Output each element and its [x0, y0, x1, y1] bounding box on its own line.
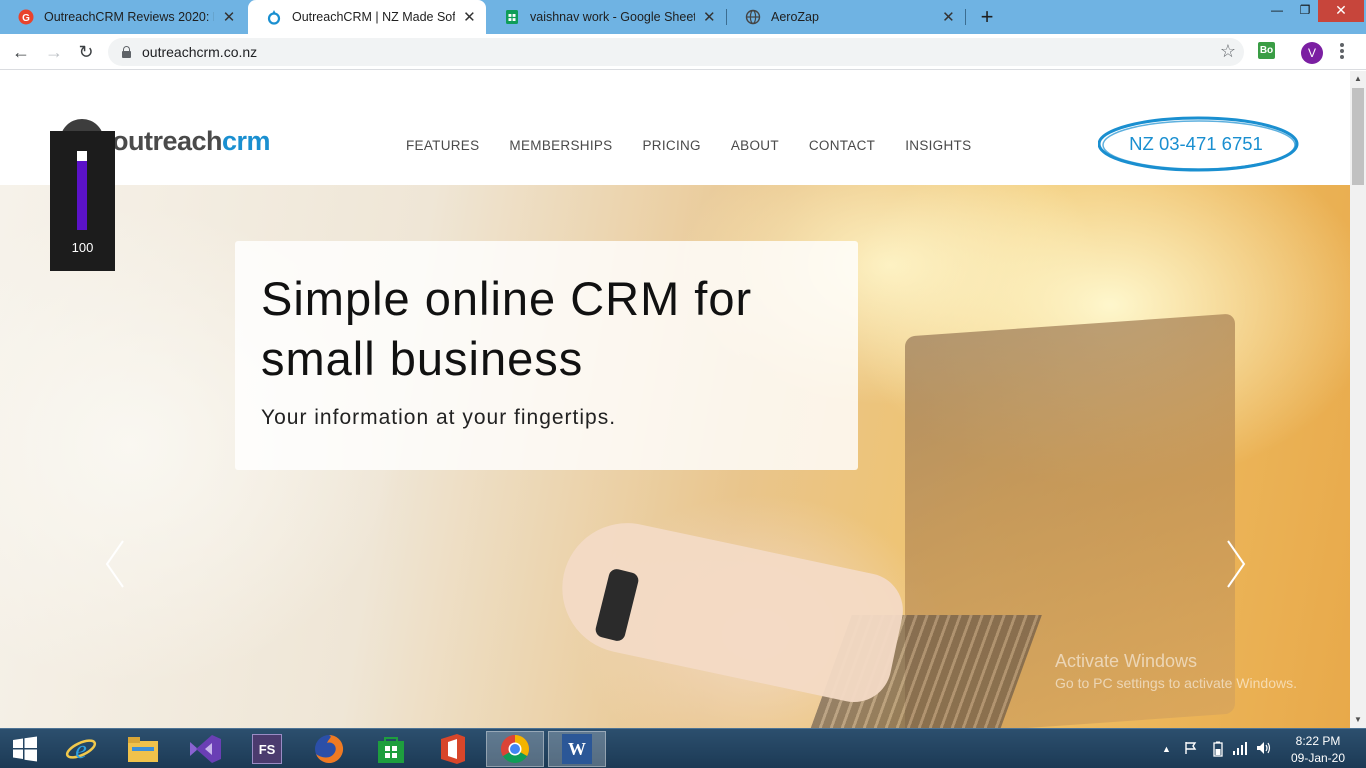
- scroll-up-icon[interactable]: ▲: [1350, 71, 1366, 87]
- volume-value: 100: [71, 240, 94, 255]
- show-hidden-icons[interactable]: ▲: [1162, 744, 1171, 754]
- taskbar-office[interactable]: [424, 731, 482, 767]
- internet-explorer-icon: e: [65, 735, 97, 764]
- profile-avatar[interactable]: V: [1301, 42, 1323, 64]
- globe-icon: [745, 9, 761, 25]
- tab-title: OutreachCRM | NZ Made Softwa: [292, 10, 455, 24]
- lock-icon[interactable]: [122, 46, 131, 58]
- volume-knob[interactable]: [77, 151, 87, 161]
- window-close-button[interactable]: ✕: [1318, 0, 1364, 22]
- phone-number-link[interactable]: NZ 03-471 6751: [1098, 114, 1300, 174]
- tab-title: OutreachCRM Reviews 2020: Det: [44, 10, 215, 24]
- taskbar-visual-studio[interactable]: [176, 731, 234, 767]
- action-center-flag-icon[interactable]: [1184, 741, 1198, 755]
- phone-number: NZ 03-471 6751: [1129, 133, 1263, 154]
- taskbar-store[interactable]: [362, 731, 420, 767]
- clock-date: 09-Jan-20: [1290, 751, 1346, 765]
- restore-button[interactable]: ❐: [1290, 0, 1320, 22]
- carousel-next-arrow-icon[interactable]: [1226, 539, 1246, 589]
- windows-start-icon: [13, 736, 37, 762]
- browser-menu-icon[interactable]: [1336, 41, 1348, 63]
- nav-pricing[interactable]: PRICING: [643, 138, 701, 153]
- svg-text:e: e: [75, 735, 87, 764]
- office-icon: [441, 734, 465, 764]
- system-clock[interactable]: 8:22 PM 09-Jan-20: [1280, 733, 1356, 767]
- extension-icon[interactable]: Bo: [1258, 42, 1275, 59]
- svg-text:G: G: [22, 13, 30, 24]
- forward-button[interactable]: →: [42, 40, 66, 64]
- new-tab-button[interactable]: +: [976, 4, 998, 30]
- network-signal-icon[interactable]: [1232, 741, 1248, 755]
- tab-separator: [965, 9, 966, 25]
- tab-close-icon[interactable]: ✕: [942, 8, 955, 26]
- hero-text-box: Simple online CRM for small business You…: [235, 241, 858, 470]
- firefox-icon: [315, 734, 344, 763]
- battery-icon[interactable]: [1212, 741, 1224, 757]
- speaker-volume-icon[interactable]: [1256, 741, 1272, 755]
- volume-overlay: 100: [50, 131, 115, 271]
- activate-windows-watermark: Activate Windows Go to PC settings to ac…: [1055, 651, 1297, 691]
- tab-google-sheets[interactable]: vaishnav work - Google Sheets ✕: [486, 0, 726, 34]
- outreach-icon: [267, 10, 281, 25]
- browser-tab-bar: G OutreachCRM Reviews 2020: Det ✕ Outrea…: [0, 0, 1366, 34]
- taskbar-word[interactable]: W: [548, 731, 606, 767]
- tab-outreachcrm-reviews[interactable]: G OutreachCRM Reviews 2020: Det ✕: [0, 0, 246, 34]
- taskbar-chrome[interactable]: [486, 731, 544, 767]
- taskbar-firefox[interactable]: [300, 731, 358, 767]
- site-header: outreachcrm FEATURES MEMBERSHIPS PRICING…: [0, 71, 1350, 185]
- web-page: outreachcrm FEATURES MEMBERSHIPS PRICING…: [0, 71, 1350, 728]
- taskbar-internet-explorer[interactable]: e: [52, 731, 110, 767]
- store-icon: [378, 737, 404, 763]
- reload-button[interactable]: ↻: [74, 40, 98, 64]
- hero-title: Simple online CRM for small business: [261, 272, 753, 385]
- chrome-icon: [501, 735, 529, 763]
- nav-contact[interactable]: CONTACT: [809, 138, 875, 153]
- nav-about[interactable]: ABOUT: [731, 138, 779, 153]
- tab-title: AeroZap: [771, 10, 819, 24]
- fs-app-icon: FS: [252, 734, 282, 764]
- word-icon: W: [562, 734, 592, 764]
- tab-outreachcrm-home[interactable]: OutreachCRM | NZ Made Softwa ✕: [248, 0, 486, 34]
- tab-close-icon[interactable]: ✕: [463, 8, 476, 26]
- tab-aerozap[interactable]: AeroZap ✕: [727, 0, 965, 34]
- activate-subtitle: Go to PC settings to activate Windows.: [1055, 675, 1297, 691]
- nav-memberships[interactable]: MEMBERSHIPS: [509, 138, 612, 153]
- nav-features[interactable]: FEATURES: [406, 138, 479, 153]
- taskbar-file-explorer[interactable]: [114, 731, 172, 767]
- main-nav: FEATURES MEMBERSHIPS PRICING ABOUT CONTA…: [406, 138, 1001, 153]
- volume-level-bar: [77, 151, 87, 230]
- browser-toolbar: ← → ↻ outreachcrm.co.nz ☆ Bo V: [0, 34, 1366, 70]
- logo-text: outreachcrm: [112, 125, 271, 156]
- nav-insights[interactable]: INSIGHTS: [905, 138, 971, 153]
- activate-title: Activate Windows: [1055, 651, 1198, 671]
- sheets-icon: [506, 10, 518, 24]
- file-explorer-icon: [128, 737, 158, 762]
- visual-studio-icon: [190, 735, 221, 763]
- carousel-prev-arrow-icon[interactable]: [105, 539, 125, 589]
- tab-close-icon[interactable]: ✕: [222, 8, 236, 26]
- hero-subtitle: Your information at your fingertips.: [261, 406, 617, 429]
- minimize-button[interactable]: —: [1262, 0, 1292, 22]
- windows-taskbar: e FS W ▲ 8:22 PM 09-Jan-20: [0, 728, 1366, 768]
- taskbar-fs-app[interactable]: FS: [238, 731, 296, 767]
- scroll-thumb[interactable]: [1352, 88, 1364, 185]
- g2-icon: G: [18, 9, 34, 25]
- page-scrollbar[interactable]: ▲ ▼: [1350, 71, 1366, 728]
- start-button[interactable]: [0, 731, 50, 767]
- address-bar[interactable]: outreachcrm.co.nz ☆: [108, 38, 1244, 66]
- tab-close-icon[interactable]: ✕: [703, 8, 716, 26]
- bookmark-star-icon[interactable]: ☆: [1220, 41, 1236, 62]
- scroll-down-icon[interactable]: ▼: [1350, 712, 1366, 728]
- url-text[interactable]: outreachcrm.co.nz: [142, 44, 257, 60]
- clock-time: 8:22 PM: [1295, 734, 1341, 748]
- hero-banner: Simple online CRM for small business You…: [0, 185, 1350, 728]
- tab-title: vaishnav work - Google Sheets: [530, 10, 695, 24]
- back-button[interactable]: ←: [9, 40, 33, 64]
